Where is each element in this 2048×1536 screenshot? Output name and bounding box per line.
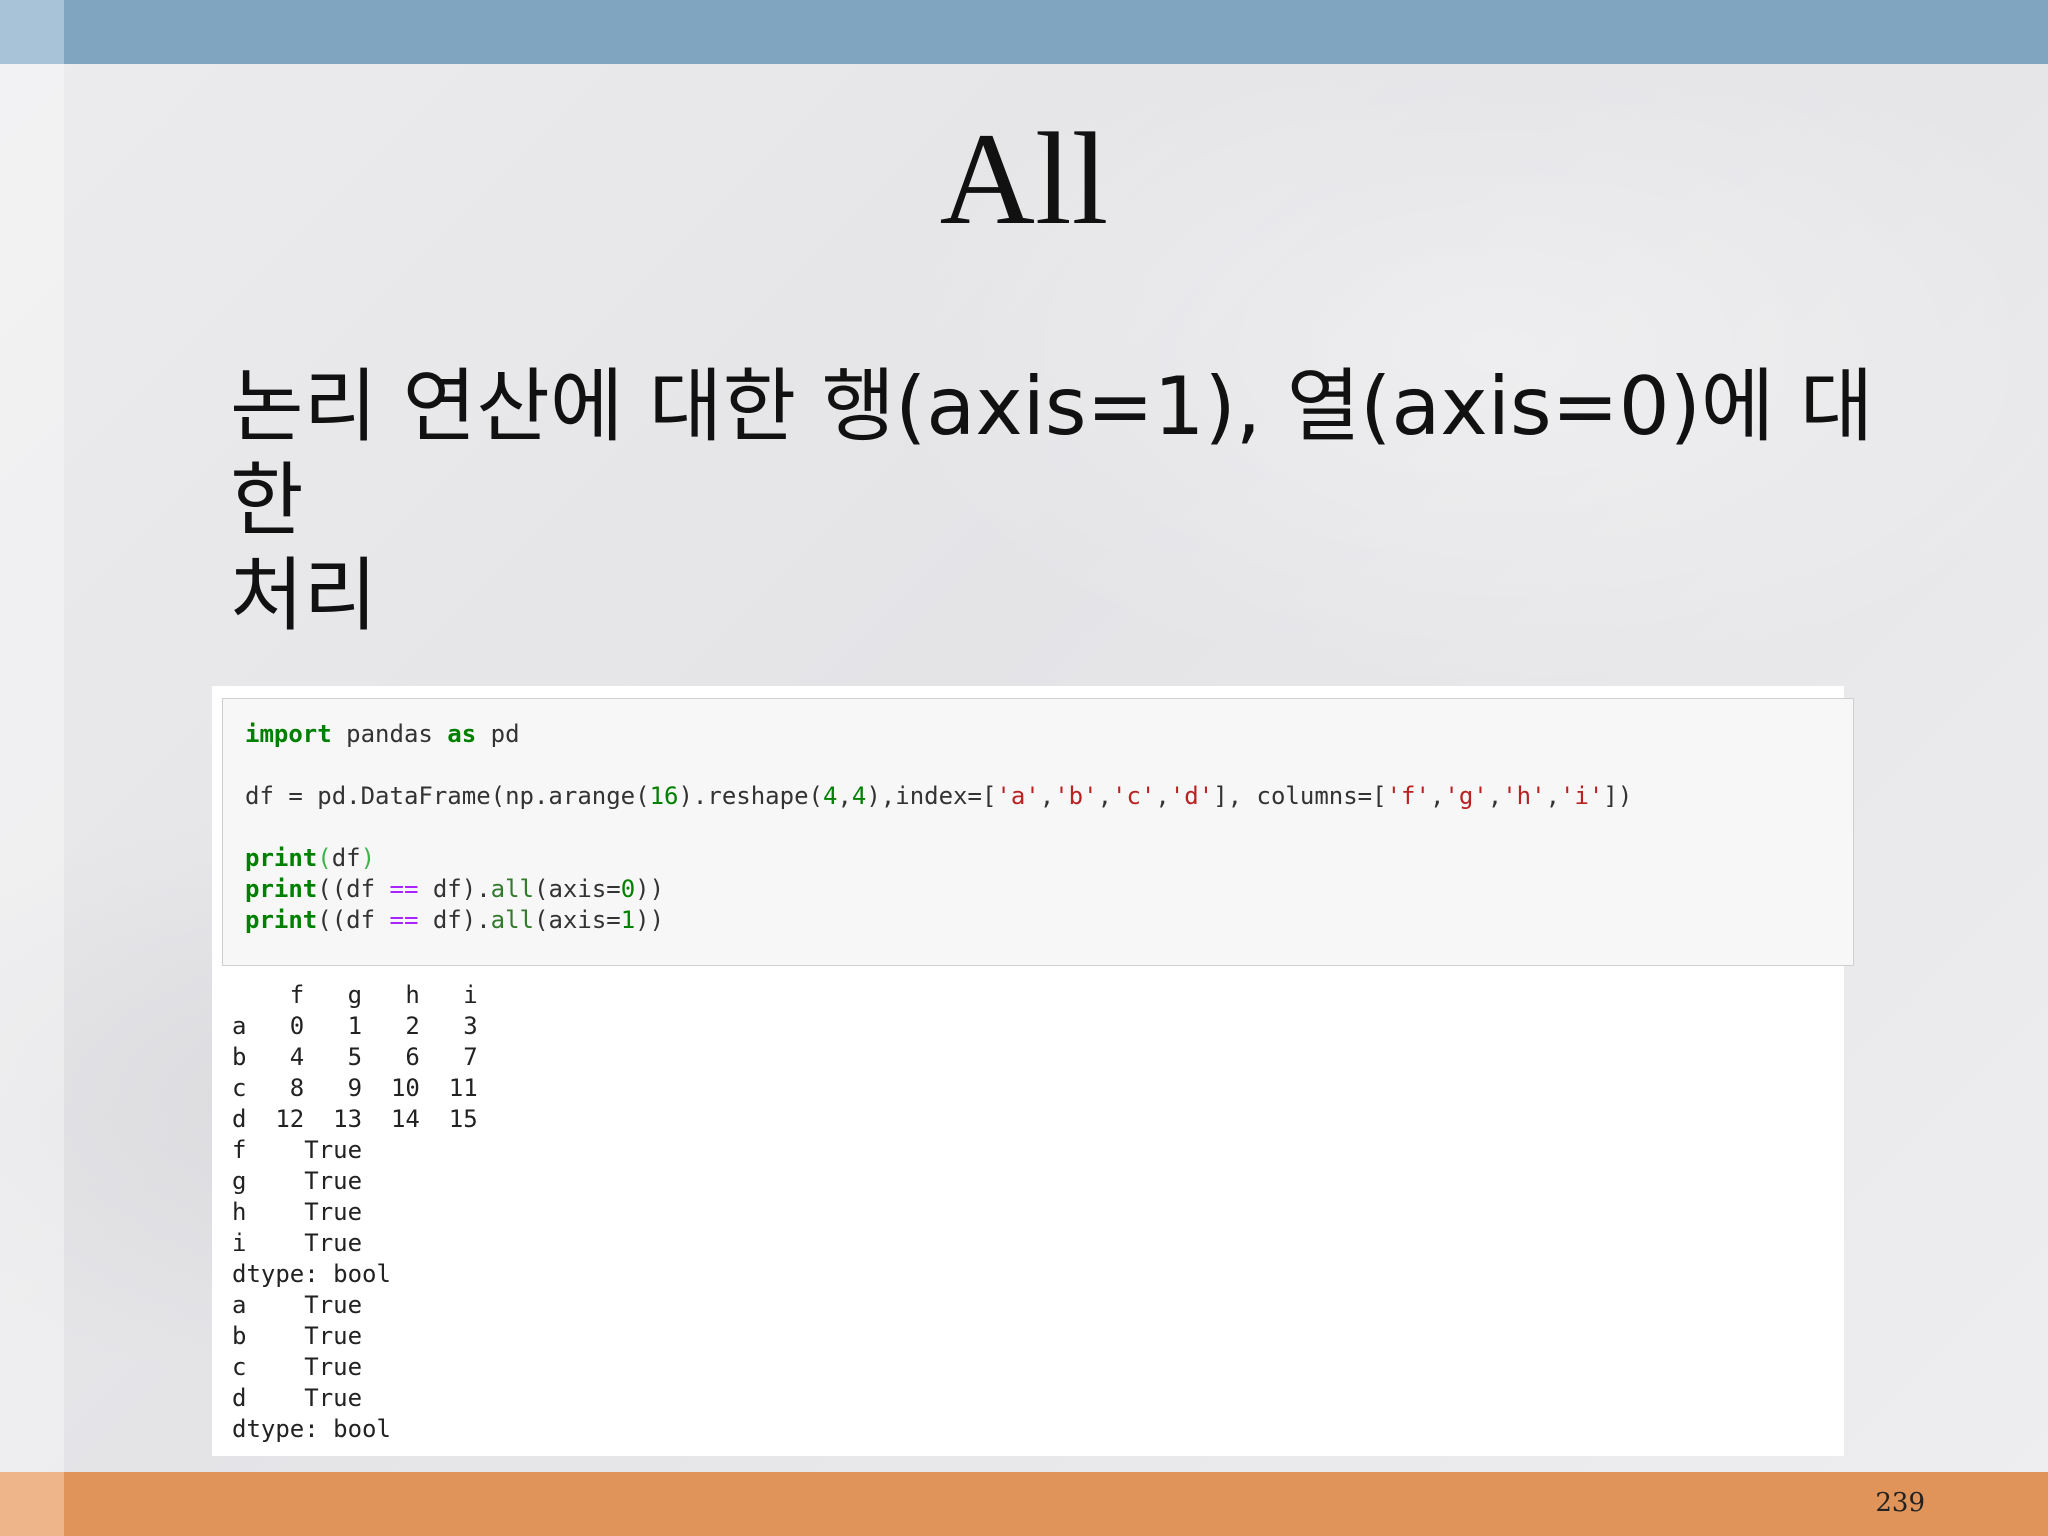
output-line: h True <box>232 1198 363 1226</box>
output-line: dtype: bool <box>232 1415 391 1443</box>
code-block: import pandas as pd df = pd.DataFrame(np… <box>245 719 1632 936</box>
output-line: d True <box>232 1384 363 1412</box>
output-block: f g h i a 0 1 2 3 b 4 5 6 7 c 8 9 10 11 … <box>232 980 478 1445</box>
code-line-1: import pandas as pd <box>245 720 520 748</box>
output-line: g True <box>232 1167 363 1195</box>
output-line: c True <box>232 1353 363 1381</box>
output-line: a True <box>232 1291 363 1319</box>
code-line-5: print((df == df).all(axis=1)) <box>245 906 665 934</box>
slide-title: All <box>939 105 1109 252</box>
bullet-line-1: 논리 연산에 대한 행(axis=1), 열(axis=0)에 대한 <box>230 360 1874 548</box>
bullet-text: 논리 연산에 대한 행(axis=1), 열(axis=0)에 대한 처리 <box>230 360 1910 643</box>
code-line-3: print(df) <box>245 844 376 872</box>
output-line: c 8 9 10 11 <box>232 1074 478 1102</box>
code-line-2: df = pd.DataFrame(np.arange(16).reshape(… <box>245 782 1633 810</box>
code-input-cell: import pandas as pd df = pd.DataFrame(np… <box>222 698 1854 966</box>
output-line: a 0 1 2 3 <box>232 1012 478 1040</box>
output-line: b True <box>232 1322 363 1350</box>
output-line: f g h i <box>232 981 478 1009</box>
code-line-4: print((df == df).all(axis=0)) <box>245 875 665 903</box>
bullet-line-2: 처리 <box>230 548 378 642</box>
output-line: b 4 5 6 7 <box>232 1043 478 1071</box>
output-line: i True <box>232 1229 363 1257</box>
output-line: f True <box>232 1136 363 1164</box>
bottom-bar-corner <box>0 1472 64 1536</box>
output-line: dtype: bool <box>232 1260 391 1288</box>
bottom-accent-bar <box>0 1472 2048 1536</box>
top-bar-corner <box>0 0 64 64</box>
page-number: 239 <box>1875 1488 1925 1518</box>
notebook-screenshot: import pandas as pd df = pd.DataFrame(np… <box>212 686 1854 1456</box>
output-line: d 12 13 14 15 <box>232 1105 478 1133</box>
top-accent-bar <box>0 0 2048 64</box>
left-margin-strip <box>0 64 64 1472</box>
